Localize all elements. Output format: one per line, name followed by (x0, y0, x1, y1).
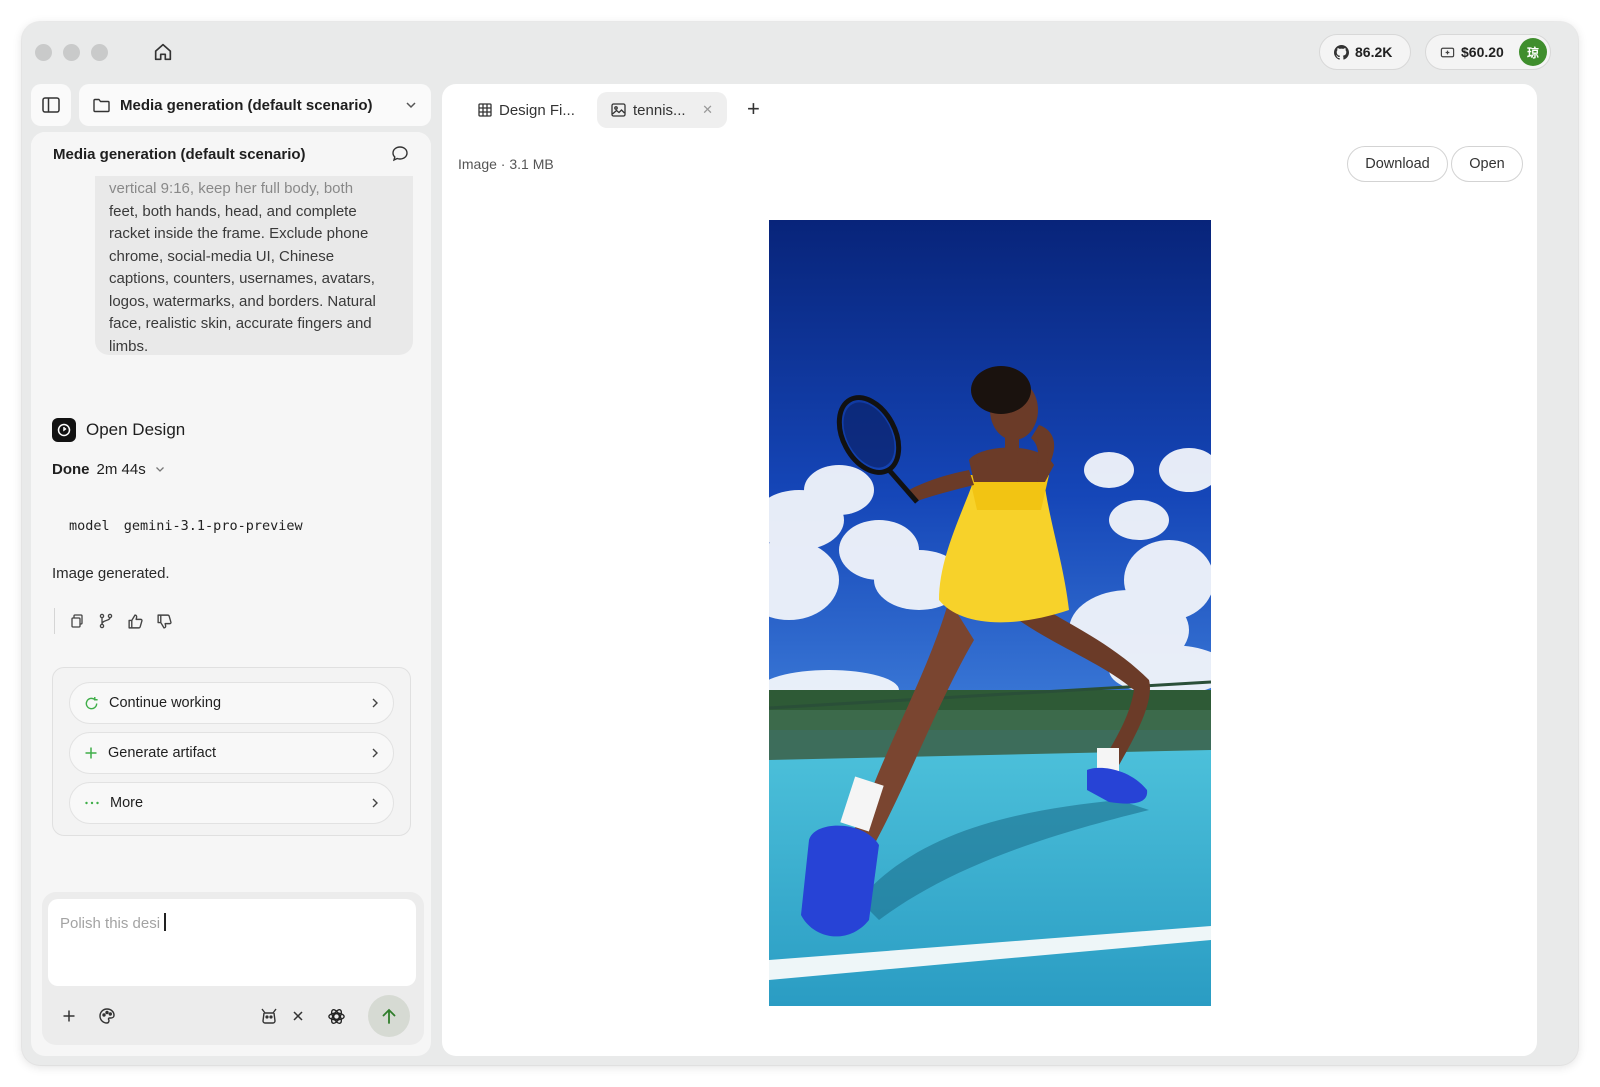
wallet-icon (1440, 47, 1455, 57)
agent-name: Open Design (86, 420, 186, 439)
chat-header: Media generation (default scenario) (31, 132, 431, 176)
composer: Polish this desi (42, 892, 424, 1045)
prompt-line: vertical 9:16, keep her full body, both (109, 180, 354, 197)
prompt-line: feet, both hands, head, and complete (109, 202, 357, 220)
tab-close-icon[interactable]: ✕ (702, 102, 713, 118)
chat-title: Media generation (default scenario) (53, 145, 306, 163)
chevron-right-icon (372, 698, 378, 708)
model-info: model gemini-3.1-pro-preview (69, 518, 303, 534)
message-input[interactable]: Polish this desi (48, 899, 416, 986)
chevron-right-icon (372, 798, 378, 808)
avatar[interactable]: 琼 (1519, 38, 1547, 66)
window-zoom-button[interactable] (91, 44, 108, 61)
text-caret (164, 913, 166, 931)
run-duration: 2m 44s (96, 461, 146, 478)
status-done: Done (52, 461, 90, 478)
add-tab-button[interactable]: + (747, 98, 760, 120)
user-prompt-bubble: vertical 9:16, keep her full body, both … (95, 152, 413, 355)
model-provider-icon[interactable] (326, 1006, 346, 1026)
run-status-toggle[interactable]: Done 2m 44s (52, 461, 165, 478)
result-text: Image generated. (52, 565, 170, 582)
suggestion-more[interactable]: More (69, 782, 394, 824)
copy-icon[interactable] (69, 613, 86, 630)
model-value: gemini-3.1-pro-preview (123, 518, 303, 534)
dots-icon (85, 801, 99, 805)
github-stars-badge[interactable]: 86.2K (1319, 34, 1411, 70)
attach-plus-icon[interactable] (59, 1006, 79, 1026)
agent-header: Open Design (52, 418, 185, 442)
agent-mode-icon[interactable] (259, 1006, 279, 1026)
sidebar-icon (42, 97, 60, 113)
generated-image-preview[interactable] (769, 220, 1211, 1006)
message-input-text: Polish this desi (60, 915, 161, 932)
balance-amount: $60.20 (1461, 44, 1504, 60)
tab-tennis-image[interactable]: tennis... ✕ (597, 92, 727, 128)
thumbs-down-icon[interactable] (156, 613, 173, 630)
thumbs-up-icon[interactable] (127, 613, 144, 630)
file-meta: Image · 3.1 MB (458, 156, 554, 172)
prompt-line: logos, watermarks, and borders. Natural (109, 292, 376, 310)
window-minimize-button[interactable] (63, 44, 80, 61)
open-button[interactable]: Open (1451, 146, 1523, 182)
branch-icon[interactable] (98, 613, 115, 630)
palette-icon[interactable] (97, 1006, 117, 1026)
tab-label: tennis... (633, 101, 686, 119)
github-icon (1334, 44, 1349, 60)
model-key: model (69, 518, 110, 534)
github-stars-count: 86.2K (1355, 44, 1393, 60)
project-name: Media generation (default scenario) (120, 96, 373, 114)
arrow-up-icon (382, 1008, 396, 1024)
suggestion-label: More (110, 795, 144, 811)
balance-badge[interactable]: $60.20 琼 (1425, 34, 1551, 70)
folder-icon (93, 98, 110, 112)
app-window: 86.2K $60.20 琼 Media generation (default… (22, 22, 1578, 1065)
download-button[interactable]: Download (1347, 146, 1448, 182)
prompt-line: limbs. (109, 337, 149, 355)
message-actions (54, 608, 173, 634)
prompt-line: chrome, social-media UI, Chinese (109, 247, 335, 265)
suggestion-label: Generate artifact (108, 745, 216, 761)
grid-icon (478, 103, 492, 117)
suggestion-label: Continue working (109, 695, 222, 711)
suggestion-continue-working[interactable]: Continue working (69, 682, 394, 724)
prompt-line: captions, counters, usernames, avatars, (109, 270, 375, 287)
plus-icon (85, 747, 97, 759)
chevron-down-icon (406, 102, 416, 109)
chat-panel: Media generation (default scenario) vert… (31, 132, 431, 1056)
project-selector[interactable]: Media generation (default scenario) (79, 84, 431, 126)
refresh-icon (85, 696, 98, 709)
suggestion-generate-artifact[interactable]: Generate artifact (69, 732, 394, 774)
prompt-line: face, realistic skin, accurate fingers a… (109, 315, 372, 332)
sidebar-toggle-button[interactable] (31, 84, 71, 126)
chevron-right-icon (372, 748, 378, 758)
chevron-down-icon (155, 467, 164, 472)
prompt-line: racket inside the frame. Exclude phone (109, 225, 369, 242)
window-close-button[interactable] (35, 44, 52, 61)
tab-label: Design Fi... (499, 101, 575, 119)
send-button[interactable] (368, 995, 410, 1037)
tab-design-files[interactable]: Design Fi... (464, 92, 590, 128)
viewer-panel: Design Fi... tennis... ✕ + Image · 3.1 M… (442, 84, 1537, 1056)
close-icon[interactable] (288, 1006, 308, 1026)
open-design-logo-icon (52, 418, 76, 442)
image-icon (611, 103, 626, 117)
tennis-player-image (769, 220, 1211, 1006)
home-icon[interactable] (152, 41, 174, 63)
comment-icon[interactable] (391, 145, 409, 163)
suggestions-panel: Continue working Generate artifact More (52, 667, 411, 836)
